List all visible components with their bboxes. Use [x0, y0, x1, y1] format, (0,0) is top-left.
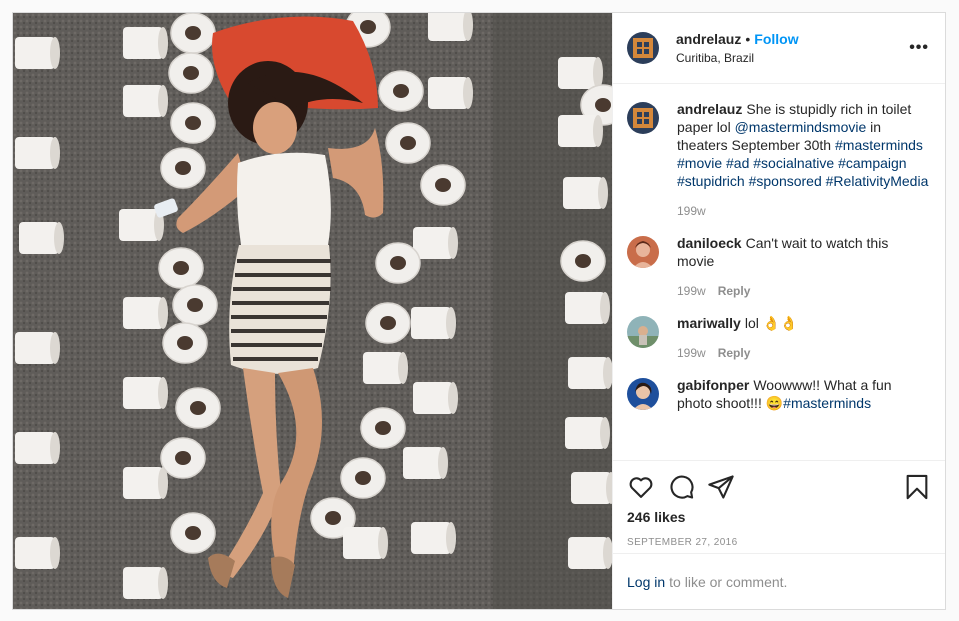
post-sidebar: andrelauz • Follow Curitiba, Brazil ••• an…: [612, 13, 945, 609]
comment-meta: 199w Reply: [677, 344, 929, 362]
caption-mention[interactable]: @mastermindsmovie: [735, 119, 867, 135]
post-header-text: andrelauz • Follow Curitiba, Brazil: [676, 30, 799, 67]
comment-body: daniloeck Can't wait to watch this movie …: [677, 234, 929, 300]
commenter-avatar[interactable]: [627, 236, 659, 268]
commenter-avatar[interactable]: [627, 378, 659, 410]
post-actions: 246 likes SEPTEMBER 27, 2016: [613, 460, 945, 553]
post-header: andrelauz • Follow Curitiba, Brazil •••: [613, 13, 945, 84]
heart-icon[interactable]: [627, 473, 655, 501]
more-horizontal-icon[interactable]: •••: [909, 39, 929, 57]
comment-age[interactable]: 199w: [677, 346, 706, 360]
post-photo[interactable]: [13, 13, 612, 609]
comment-hashtag[interactable]: #masterminds: [783, 395, 871, 411]
author-avatar[interactable]: [627, 32, 659, 64]
login-text: to like or comment.: [669, 573, 788, 590]
comment-meta: 199w Reply: [677, 282, 929, 300]
comment-icon[interactable]: [667, 473, 695, 501]
comment-author[interactable]: mariwally: [677, 315, 741, 331]
author-avatar[interactable]: [627, 102, 659, 134]
comment-item: mariwally lol 👌👌 199w Reply: [627, 314, 929, 362]
share-icon[interactable]: [707, 473, 735, 501]
comment-body: mariwally lol 👌👌 199w Reply: [677, 314, 929, 362]
separator-dot: •: [745, 30, 751, 47]
post-date[interactable]: SEPTEMBER 27, 2016: [627, 537, 929, 548]
comment-item: gabifonper Woowww!! What a fun photo shoo…: [627, 376, 929, 412]
comment-item: daniloeck Can't wait to watch this movie …: [627, 234, 929, 300]
comment-author[interactable]: gabifonper: [677, 377, 749, 393]
caption-author[interactable]: andrelauz: [677, 101, 742, 117]
reply-button[interactable]: Reply: [718, 346, 751, 360]
action-icons: [627, 467, 929, 507]
post-location[interactable]: Curitiba, Brazil: [676, 49, 799, 67]
login-prompt: Log in to like or comment.: [613, 553, 945, 609]
instagram-post: andrelauz • Follow Curitiba, Brazil ••• an…: [12, 12, 946, 610]
follow-button[interactable]: Follow: [754, 31, 798, 47]
bookmark-icon[interactable]: [903, 473, 931, 501]
likes-count[interactable]: 246 likes: [627, 509, 929, 525]
photo-toilet-paper-woman: [13, 13, 612, 609]
caption: andrelauz She is stupidly rich in toilet …: [627, 100, 929, 220]
author-username[interactable]: andrelauz: [676, 31, 741, 47]
caption-body: andrelauz She is stupidly rich in toilet …: [677, 100, 929, 220]
comment-text: lol 👌👌: [744, 315, 798, 331]
reply-button[interactable]: Reply: [718, 284, 751, 298]
comment-body: gabifonper Woowww!! What a fun photo shoo…: [677, 376, 929, 412]
comment-age[interactable]: 199w: [677, 284, 706, 298]
commenter-avatar[interactable]: [627, 316, 659, 348]
comment-author[interactable]: daniloeck: [677, 235, 742, 251]
caption-age[interactable]: 199w: [677, 204, 706, 218]
login-link[interactable]: Log in: [627, 574, 665, 590]
caption-meta: 199w: [677, 202, 929, 220]
comments-list[interactable]: andrelauz She is stupidly rich in toilet …: [613, 84, 945, 460]
